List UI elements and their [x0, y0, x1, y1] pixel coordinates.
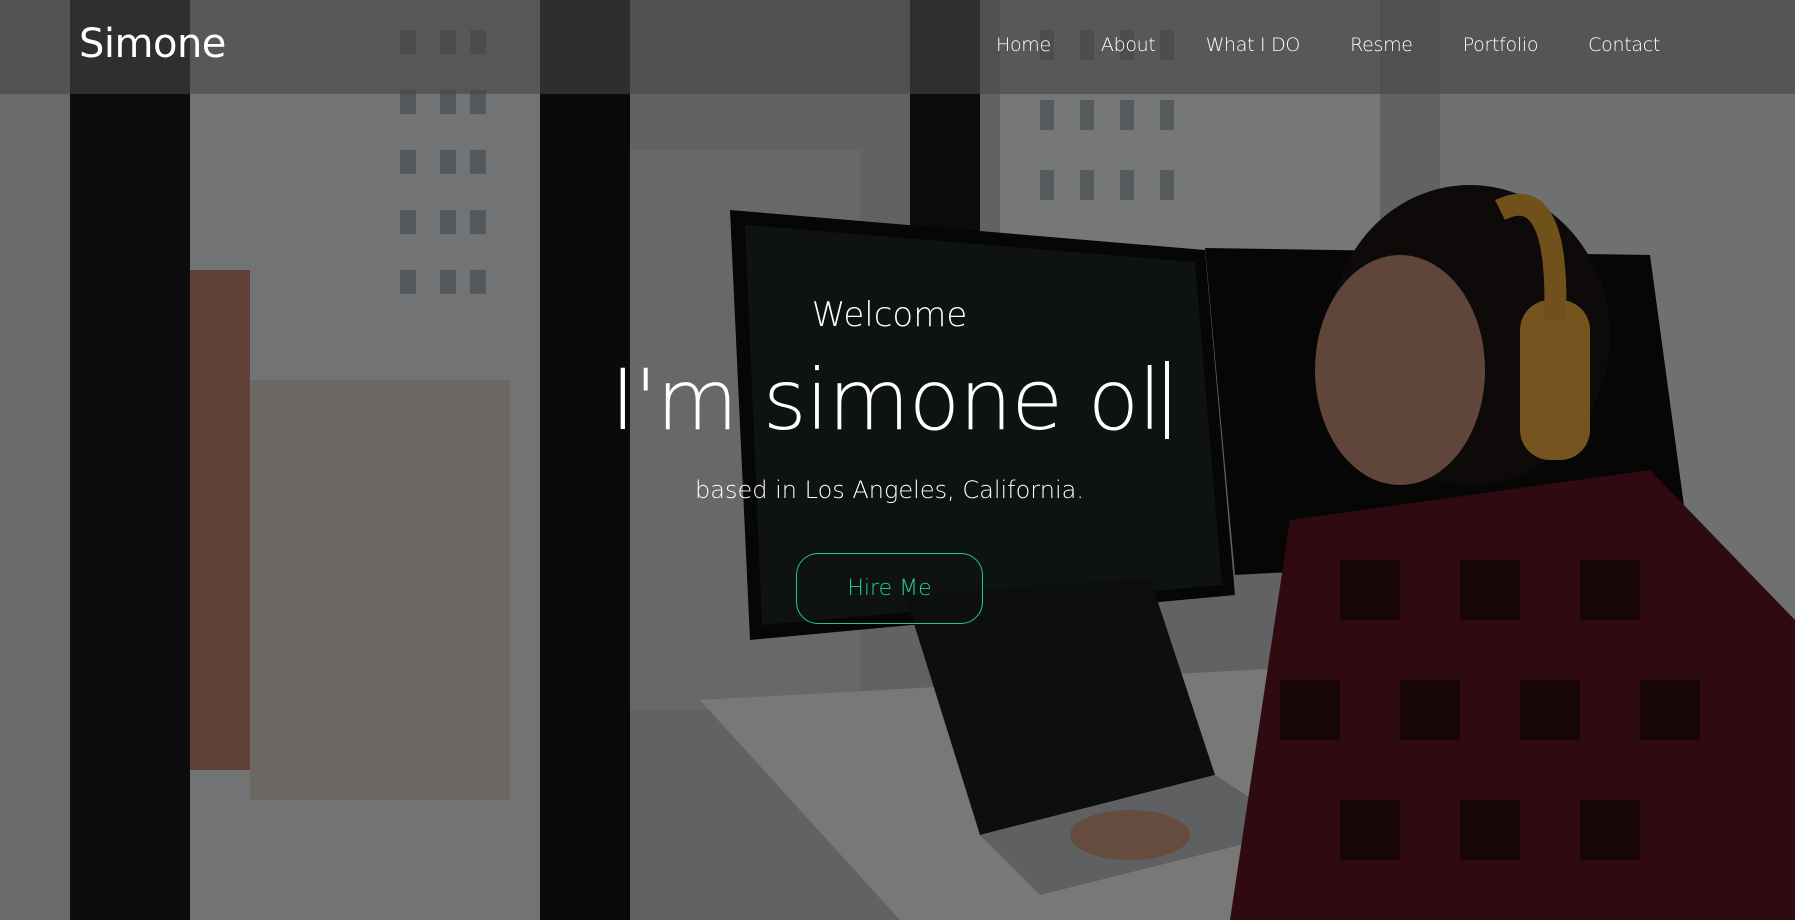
- hero-welcome: Welcome: [811, 295, 968, 335]
- typing-cursor: [1164, 361, 1169, 439]
- hero-location: based in Los Angeles, California.: [695, 476, 1084, 504]
- nav-item-contact[interactable]: Contact: [1588, 30, 1660, 60]
- hero-headline-text: I'm simone ol: [610, 351, 1161, 449]
- nav-item-home[interactable]: Home: [996, 30, 1051, 60]
- nav-item-portfolio[interactable]: Portfolio: [1463, 30, 1539, 60]
- site-logo[interactable]: Simone: [79, 19, 226, 69]
- dark-overlay: [0, 0, 1795, 920]
- nav-item-what-i-do[interactable]: What I DO: [1206, 30, 1301, 60]
- nav-item-about[interactable]: About: [1101, 30, 1156, 60]
- hire-me-button[interactable]: Hire Me: [796, 553, 983, 624]
- main-nav: Home About What I DO Resme Portfolio Con…: [946, 30, 1660, 60]
- nav-item-resume[interactable]: Resme: [1350, 30, 1413, 60]
- top-navbar: Simone Home About What I DO Resme Portfo…: [0, 0, 1795, 94]
- hero-headline: I'm simone ol: [0, 350, 1779, 450]
